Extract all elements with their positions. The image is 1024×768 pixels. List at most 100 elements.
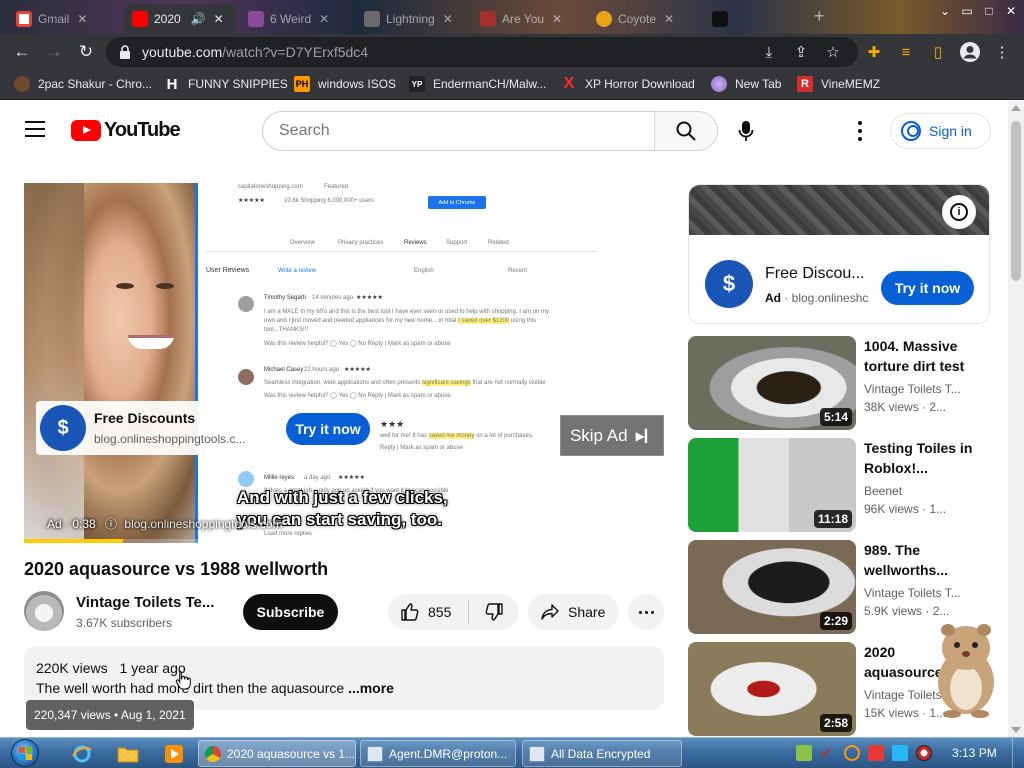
- taskbar-item-chrome[interactable]: 2020 aquasource vs 1...: [198, 740, 356, 767]
- recommended-channel[interactable]: Vintage Toilets T...: [864, 586, 961, 600]
- taskbar-item-encrypted[interactable]: All Data Encrypted: [522, 740, 682, 767]
- youtube-logo[interactable]: YouTube: [71, 119, 181, 142]
- view-count: 220K views: [36, 660, 108, 676]
- search-input[interactable]: [279, 122, 639, 140]
- profile-icon[interactable]: [958, 40, 982, 64]
- bookmark-star-icon[interactable]: ☆: [821, 40, 845, 64]
- bookmark-xp-horror[interactable]: X XP Horror Download: [561, 75, 695, 92]
- tab-lightning[interactable]: Lightning ✕: [356, 4, 468, 34]
- bookmark-endermanch[interactable]: YP EndermanCH/Malw...: [409, 76, 546, 92]
- skip-ad-button[interactable]: Skip Ad ▶▎: [560, 415, 664, 456]
- close-icon[interactable]: ✕: [319, 12, 329, 26]
- bookmark-label: XP Horror Download: [585, 77, 695, 91]
- hamburger-menu-icon[interactable]: [25, 121, 45, 137]
- close-icon[interactable]: ✕: [77, 12, 87, 26]
- bookmark-new-tab[interactable]: New Tab: [711, 76, 781, 92]
- media-queue-icon[interactable]: ≡: [894, 40, 918, 64]
- ad-page-stars: ★★★★★: [238, 198, 265, 204]
- scrollbar-thumb[interactable]: [1011, 121, 1021, 281]
- video-player[interactable]: capitaloneshopping.com Featured ★★★★★ 10…: [24, 183, 664, 543]
- subscribe-button[interactable]: Subscribe: [243, 594, 338, 630]
- video-thumbnail[interactable]: 5:14: [688, 336, 856, 430]
- install-icon[interactable]: ⤓: [757, 40, 781, 64]
- maximize-icon[interactable]: □: [978, 0, 1000, 22]
- channel-name[interactable]: Vintage Toilets Te...: [76, 594, 214, 611]
- share-icon[interactable]: ⇪: [789, 40, 813, 64]
- new-tab-plus-icon[interactable]: +: [814, 6, 825, 27]
- close-icon[interactable]: ✕: [552, 12, 562, 26]
- hamster-desktop-pet-icon[interactable]: [922, 618, 1010, 718]
- channel-avatar[interactable]: [24, 591, 64, 631]
- bookmark-2pac[interactable]: 2pac Shakur - Chro...: [14, 76, 152, 92]
- settings-more-icon[interactable]: [848, 121, 872, 141]
- recommended-title[interactable]: Testing Toiles in Roblox!...: [864, 438, 974, 478]
- file-explorer-icon[interactable]: [110, 741, 146, 766]
- lock-icon[interactable]: [118, 45, 132, 59]
- tab-coyote[interactable]: Coyote ✕: [588, 4, 700, 34]
- tab-weird[interactable]: 6 Weird ✕: [240, 4, 352, 34]
- media-player-icon[interactable]: [156, 741, 192, 766]
- taskbar-item-label: 2020 aquasource vs 1...: [227, 746, 356, 761]
- browser-menu-icon[interactable]: ⋮: [990, 40, 1014, 64]
- recommended-video[interactable]: 11:18 Testing Toiles in Roblox!... Beene…: [688, 438, 1008, 532]
- back-arrow-icon[interactable]: ←: [10, 40, 34, 64]
- internet-explorer-icon[interactable]: [64, 741, 100, 766]
- close-icon[interactable]: ✕: [214, 12, 224, 26]
- video-thumbnail[interactable]: 2:58: [688, 642, 856, 736]
- tab-search-icon[interactable]: ⌄: [934, 0, 956, 22]
- bookmark-windows-isos[interactable]: PH windows ISOS: [294, 76, 396, 92]
- start-button[interactable]: [8, 738, 42, 768]
- scroll-down-arrow-icon[interactable]: [1011, 727, 1021, 733]
- tray-flag-icon[interactable]: [868, 745, 884, 761]
- tab-are-you[interactable]: Are You ✕: [472, 4, 584, 34]
- recommended-channel[interactable]: Beenet: [864, 484, 902, 498]
- video-thumbnail[interactable]: 11:18: [688, 438, 856, 532]
- recommended-title[interactable]: 1004. Massive torture dirt test: [864, 336, 974, 376]
- forward-arrow-icon[interactable]: →: [42, 40, 66, 64]
- minimize-icon[interactable]: ▭: [956, 0, 978, 22]
- more-actions-icon[interactable]: [628, 594, 664, 630]
- extensions-puzzle-icon[interactable]: ✚: [862, 40, 886, 64]
- tab-gmail[interactable]: Gmail ✕: [8, 4, 120, 34]
- side-panel-icon[interactable]: ▯: [926, 40, 950, 64]
- tab-pinned[interactable]: [704, 4, 744, 34]
- show-more-link[interactable]: ...more: [348, 680, 394, 696]
- scroll-up-arrow-icon[interactable]: [1011, 105, 1021, 111]
- ad-progress-bar[interactable]: [24, 539, 664, 543]
- sidebar-try-it-now-button[interactable]: Try it now: [881, 271, 974, 305]
- bookmark-vinememz[interactable]: R VineMEMZ: [797, 76, 880, 92]
- share-button[interactable]: Share: [528, 594, 619, 630]
- tray-hamster-icon[interactable]: [796, 745, 812, 761]
- page-scrollbar[interactable]: [1008, 101, 1024, 737]
- address-bar[interactable]: youtube.com/watch?v=D7YErxf5dc4: [106, 37, 858, 67]
- reload-icon[interactable]: ↻: [74, 40, 98, 64]
- info-icon[interactable]: ⓘ: [105, 517, 117, 531]
- tray-search-icon[interactable]: [844, 745, 860, 761]
- recommended-title[interactable]: 989. The wellworths...: [864, 540, 974, 580]
- ad-info-button[interactable]: i: [942, 195, 976, 229]
- try-it-now-button[interactable]: Try it now: [286, 413, 370, 445]
- taskbar-item-agent[interactable]: Agent.DMR@proton...: [360, 740, 516, 767]
- close-window-icon[interactable]: ✕: [1000, 0, 1022, 22]
- speaker-icon[interactable]: 🔊: [191, 12, 206, 26]
- voice-search-button[interactable]: [726, 111, 766, 151]
- show-desktop-button[interactable]: [1012, 738, 1024, 768]
- sidebar-ad[interactable]: i $ Free Discou... Ad · blog.onlineshc T…: [688, 184, 990, 324]
- recommended-channel[interactable]: Vintage Toilets T...: [864, 382, 961, 396]
- ad-overlay-card[interactable]: $ Free Discounts blog.onlineshoppingtool…: [36, 401, 261, 455]
- tray-network-icon[interactable]: [892, 745, 908, 761]
- tab-youtube-active[interactable]: 2020 🔊 ✕: [124, 4, 236, 34]
- taskbar-clock[interactable]: 3:13 PM: [952, 746, 997, 760]
- sign-in-button[interactable]: Sign in: [890, 113, 991, 149]
- recommended-video[interactable]: 5:14 1004. Massive torture dirt test Vin…: [688, 336, 1008, 430]
- close-icon[interactable]: ✕: [664, 12, 674, 26]
- search-button[interactable]: [654, 111, 718, 151]
- bookmark-funny-snippies[interactable]: H FUNNY SNIPPIES: [164, 76, 288, 93]
- close-icon[interactable]: ✕: [443, 12, 453, 26]
- like-button[interactable]: 855: [388, 594, 468, 630]
- video-thumbnail[interactable]: 2:29: [688, 540, 856, 634]
- dislike-button[interactable]: [469, 594, 519, 630]
- thumbs-up-icon: [401, 603, 419, 621]
- tray-record-icon[interactable]: [916, 745, 932, 761]
- tray-check-icon[interactable]: ✓: [820, 745, 836, 761]
